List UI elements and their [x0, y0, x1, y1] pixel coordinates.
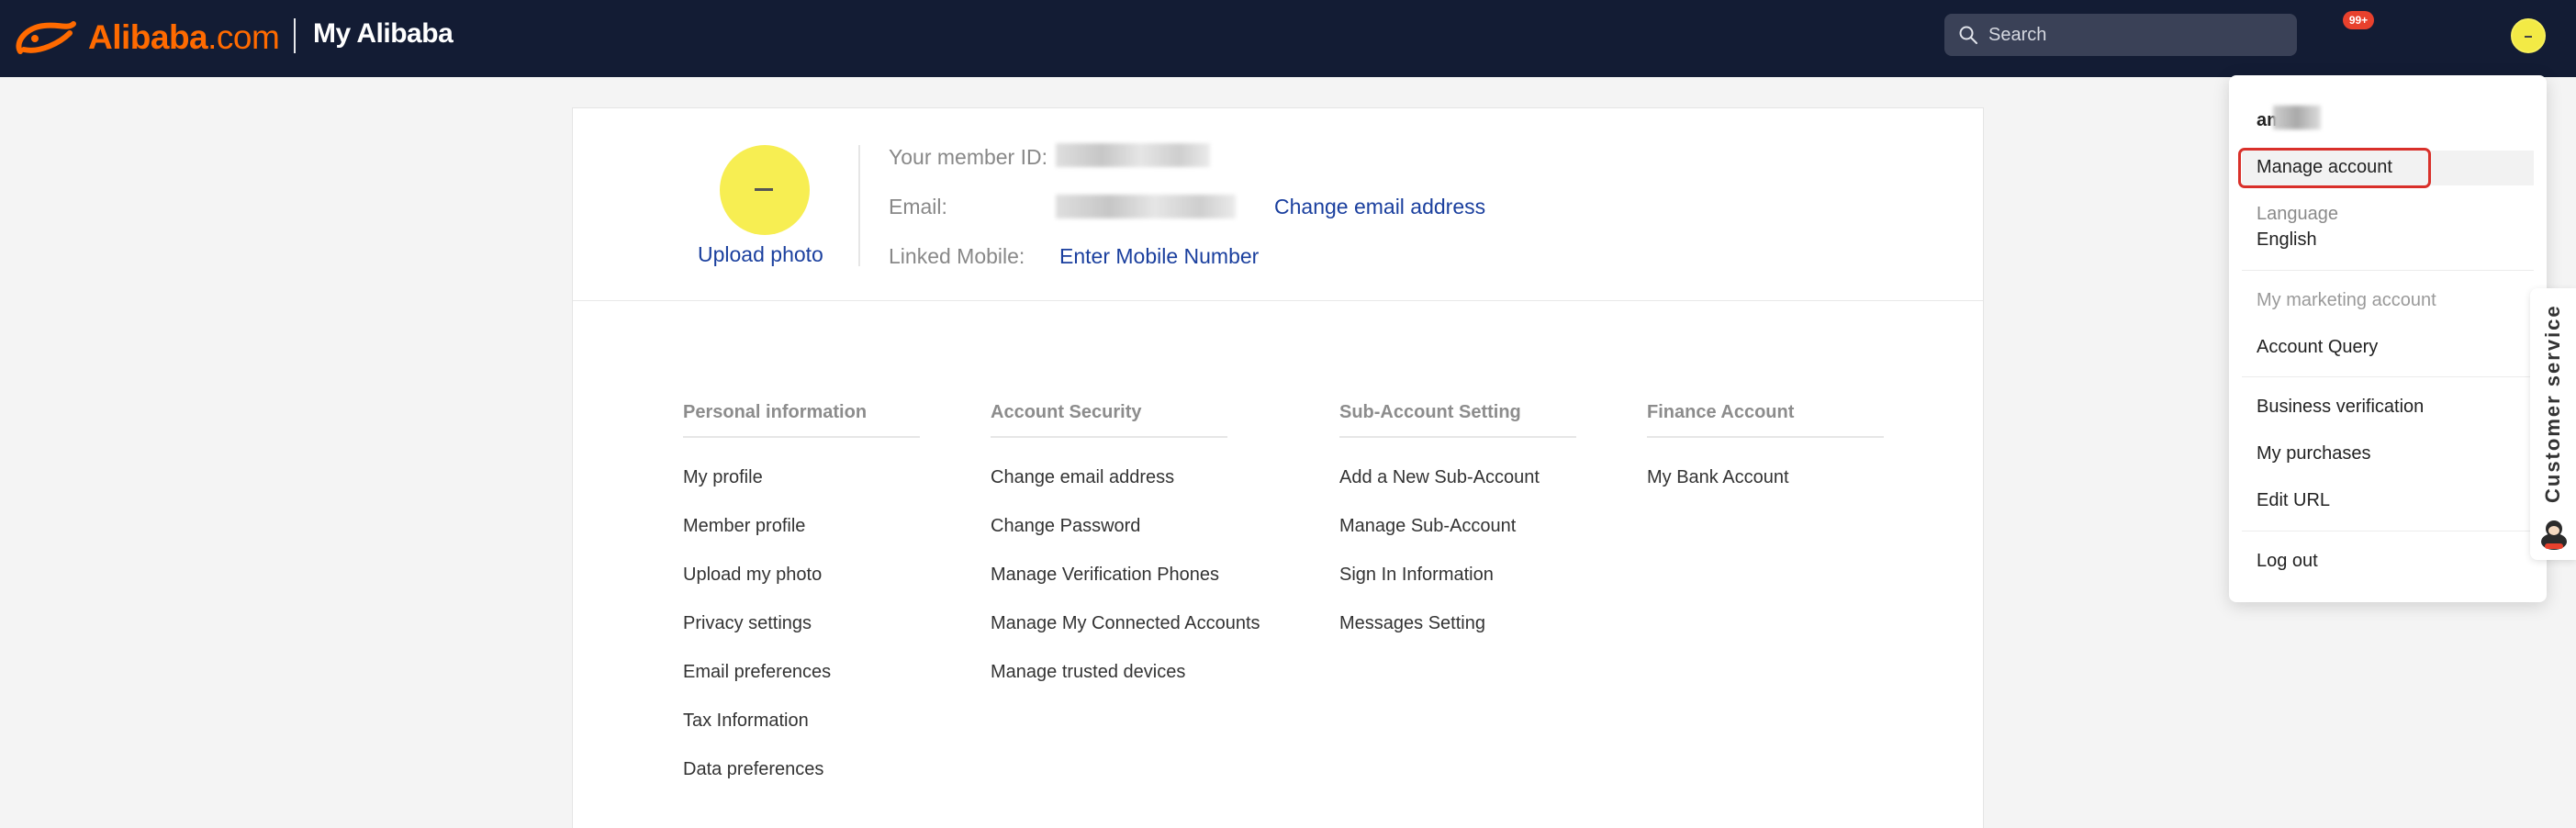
change-email-link[interactable]: Change email address [1274, 195, 1485, 219]
menu-divider [2242, 270, 2534, 271]
link-privacy-settings[interactable]: Privacy settings [683, 614, 920, 632]
linked-mobile-label: Linked Mobile: [889, 244, 1025, 268]
upload-photo-link[interactable]: Upload photo [698, 242, 823, 267]
link-upload-my-photo[interactable]: Upload my photo [683, 565, 920, 584]
customer-service-tab[interactable]: Customer service [2530, 288, 2576, 560]
column-title: Finance Account [1647, 402, 1884, 438]
user-avatar[interactable] [2511, 18, 2546, 53]
search-input[interactable] [1988, 24, 2282, 46]
link-my-profile[interactable]: My profile [683, 468, 920, 487]
link-manage-connected-accounts[interactable]: Manage My Connected Accounts [991, 614, 1260, 632]
column-title: Sub-Account Setting [1339, 402, 1576, 438]
marketing-account-label: My marketing account [2257, 290, 2436, 310]
column-account-security: Account Security Change email address Ch… [991, 402, 1260, 681]
section-title[interactable]: My Alibaba [313, 18, 454, 50]
customer-service-icon [2541, 520, 2567, 550]
account-dropdown-menu: aml Manage account Language English My m… [2229, 75, 2547, 602]
link-email-preferences[interactable]: Email preferences [683, 663, 920, 681]
link-manage-sub-account[interactable]: Manage Sub-Account [1339, 517, 1576, 535]
notification-badge[interactable]: 99+ [2343, 11, 2374, 29]
email-value-redacted [1056, 195, 1236, 218]
top-header: Alibaba.com My Alibaba 99+ [0, 0, 2576, 77]
alibaba-logo[interactable]: Alibaba.com [13, 15, 280, 61]
enter-mobile-link[interactable]: Enter Mobile Number [1059, 244, 1259, 269]
link-change-password[interactable]: Change Password [991, 517, 1260, 535]
column-title: Personal information [683, 402, 920, 438]
link-manage-verification-phones[interactable]: Manage Verification Phones [991, 565, 1260, 584]
logo-wordmark: Alibaba.com [88, 18, 280, 56]
link-tax-information[interactable]: Tax Information [683, 711, 920, 730]
menu-item-log-out[interactable]: Log out [2257, 551, 2318, 572]
logo-divider [294, 18, 296, 53]
column-personal-information: Personal information My profile Member p… [683, 402, 920, 778]
menu-item-account-query[interactable]: Account Query [2257, 337, 2378, 358]
language-label: Language [2257, 204, 2338, 224]
menu-item-business-verification[interactable]: Business verification [2257, 397, 2424, 418]
highlight-box [2238, 148, 2431, 188]
link-member-profile[interactable]: Member profile [683, 517, 920, 535]
menu-item-language[interactable]: English [2257, 229, 2317, 251]
column-title: Account Security [991, 402, 1227, 438]
alibaba-logo-icon [16, 21, 76, 54]
customer-service-label: Customer service [2541, 304, 2564, 503]
column-finance-account: Finance Account My Bank Account [1647, 402, 1884, 487]
link-messages-setting[interactable]: Messages Setting [1339, 614, 1576, 632]
username-redacted [2273, 106, 2321, 129]
search-icon [1959, 26, 1977, 44]
email-label: Email: [889, 195, 947, 218]
link-my-bank-account[interactable]: My Bank Account [1647, 468, 1884, 487]
search-box[interactable] [1944, 14, 2297, 56]
link-data-preferences[interactable]: Data preferences [683, 760, 920, 778]
profile-avatar [720, 145, 810, 235]
menu-item-my-purchases[interactable]: My purchases [2257, 443, 2371, 464]
account-card: Upload photo Your member ID: Email: Chan… [572, 107, 1984, 828]
menu-item-edit-url[interactable]: Edit URL [2257, 490, 2330, 511]
menu-divider [2242, 376, 2534, 377]
column-sub-account-setting: Sub-Account Setting Add a New Sub-Accoun… [1339, 402, 1576, 632]
member-id-label: Your member ID: [889, 145, 1047, 169]
link-manage-trusted-devices[interactable]: Manage trusted devices [991, 663, 1260, 681]
link-change-email[interactable]: Change email address [991, 468, 1260, 487]
link-add-sub-account[interactable]: Add a New Sub-Account [1339, 468, 1576, 487]
profile-divider [858, 145, 860, 266]
member-id-value-redacted [1056, 143, 1210, 167]
profile-summary: Upload photo Your member ID: Email: Chan… [573, 108, 1983, 301]
link-sign-in-information[interactable]: Sign In Information [1339, 565, 1576, 584]
